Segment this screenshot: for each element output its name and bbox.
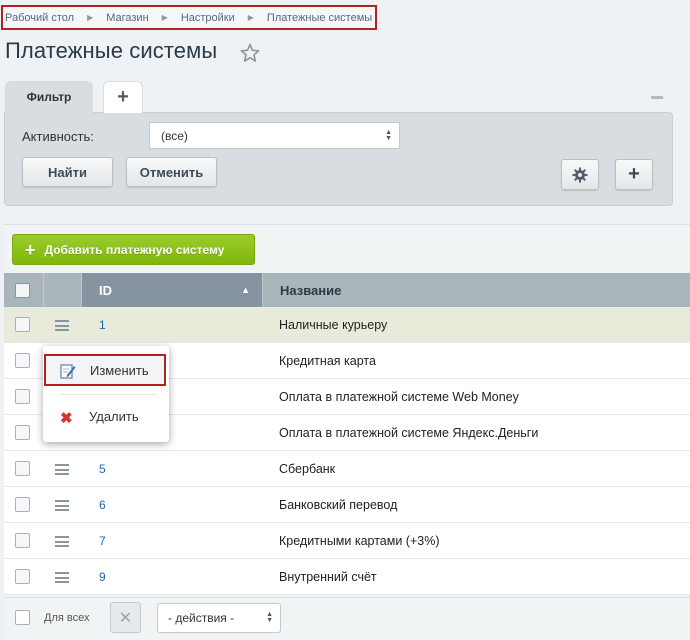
row-name: Сбербанк (279, 462, 336, 476)
table-row[interactable]: 9 Внутренний счёт (4, 559, 690, 595)
find-button[interactable]: Найти (22, 157, 113, 187)
breadcrumb-separator-icon: ▶ (247, 13, 254, 22)
for-all-checkbox[interactable] (15, 610, 30, 625)
filter-settings-button[interactable] (561, 159, 599, 190)
star-icon[interactable] (240, 43, 260, 63)
row-checkbox[interactable] (15, 533, 30, 548)
for-all-label: Для всех (44, 612, 90, 624)
row-name: Оплата в платежной системе Яндекс.Деньги (279, 426, 539, 440)
add-payment-system-button[interactable]: + Добавить платежную систему (12, 234, 255, 265)
menu-item-delete-label: Удалить (89, 409, 139, 424)
breadcrumb: Рабочий стол ▶ Магазин ▶ Настройки ▶ Пла… (1, 5, 377, 30)
actions-select[interactable]: - действия - ▲ ▼ (157, 603, 281, 633)
row-checkbox[interactable] (15, 461, 30, 476)
plus-icon: + (117, 86, 129, 108)
select-all-checkbox[interactable] (15, 283, 30, 298)
plus-icon: + (628, 163, 640, 185)
delete-icon: ✖ (60, 410, 73, 427)
select-arrows-icon: ▲ ▼ (385, 129, 392, 142)
hamburger-icon[interactable] (55, 464, 69, 475)
menu-divider (60, 394, 157, 395)
row-name: Кредитная карта (279, 354, 376, 368)
add-filter-tab-button[interactable]: + (103, 81, 143, 113)
activity-select-value: (все) (161, 128, 188, 143)
menu-item-delete[interactable]: ✖ Удалить (44, 402, 166, 432)
add-filter-button[interactable]: + (615, 159, 653, 190)
row-checkbox[interactable] (15, 425, 30, 440)
id-column-header[interactable]: ID ▲ (82, 273, 262, 307)
row-checkbox[interactable] (15, 353, 30, 368)
breadcrumb-settings[interactable]: Настройки (181, 12, 235, 24)
activity-select[interactable]: (все) ▲ ▼ (149, 122, 400, 149)
edit-icon (60, 364, 76, 379)
id-header-label: ID (99, 282, 112, 298)
row-checkbox[interactable] (15, 569, 30, 584)
row-name: Оплата в платежной системе Web Money (279, 390, 519, 404)
close-icon: ✕ (118, 609, 133, 627)
activity-label: Активность: (22, 129, 94, 144)
row-id[interactable]: 5 (99, 462, 106, 476)
row-id[interactable]: 9 (99, 570, 106, 584)
row-checkbox[interactable] (15, 497, 30, 512)
cancel-button[interactable]: Отменить (126, 157, 217, 187)
add-payment-system-label: Добавить платежную систему (44, 242, 225, 257)
row-checkbox[interactable] (15, 389, 30, 404)
collapse-filter-icon[interactable] (651, 96, 663, 99)
actions-column-header (44, 273, 82, 307)
breadcrumb-payment-systems[interactable]: Платежные системы (267, 12, 372, 24)
table-footer (4, 597, 690, 640)
hamburger-icon[interactable] (55, 320, 69, 331)
breadcrumb-separator-icon: ▶ (161, 13, 168, 22)
page-title: Платежные системы (5, 38, 218, 63)
row-id[interactable]: 7 (99, 534, 106, 548)
table-row[interactable]: 1 Наличные курьеру (4, 307, 690, 343)
menu-item-edit[interactable]: Изменить (44, 354, 166, 386)
plus-icon: + (25, 239, 36, 260)
actions-select-value: - действия - (168, 611, 235, 625)
table-header: ID ▲ Название (4, 273, 690, 307)
delete-selected-button[interactable]: ✕ (110, 602, 141, 633)
select-arrows-icon: ▲ ▼ (266, 611, 273, 624)
row-id[interactable]: 6 (99, 498, 106, 512)
hamburger-icon[interactable] (55, 536, 69, 547)
row-name: Кредитными картами (+3%) (279, 534, 440, 548)
table-row[interactable]: 7 Кредитными картами (+3%) (4, 523, 690, 559)
breadcrumb-separator-icon: ▶ (87, 13, 94, 22)
table-row[interactable]: 6 Банковский перевод (4, 487, 690, 523)
row-name: Банковский перевод (279, 498, 398, 512)
hamburger-icon[interactable] (55, 572, 69, 583)
name-column-header[interactable]: Название (262, 273, 690, 307)
table-row[interactable]: 5 Сбербанк (4, 451, 690, 487)
sort-asc-icon: ▲ (241, 285, 250, 295)
row-name: Наличные курьеру (279, 318, 388, 332)
name-header-label: Название (280, 282, 342, 298)
row-id[interactable]: 1 (99, 318, 106, 332)
row-checkbox[interactable] (15, 317, 30, 332)
menu-item-edit-label: Изменить (90, 363, 149, 378)
tab-filter[interactable]: Фильтр (5, 81, 93, 113)
breadcrumb-shop[interactable]: Магазин (106, 12, 148, 24)
hamburger-icon[interactable] (55, 500, 69, 511)
select-all-header (4, 273, 44, 307)
breadcrumb-desktop[interactable]: Рабочий стол (5, 12, 74, 24)
row-name: Внутренний счёт (279, 570, 377, 584)
gear-icon (572, 167, 588, 182)
